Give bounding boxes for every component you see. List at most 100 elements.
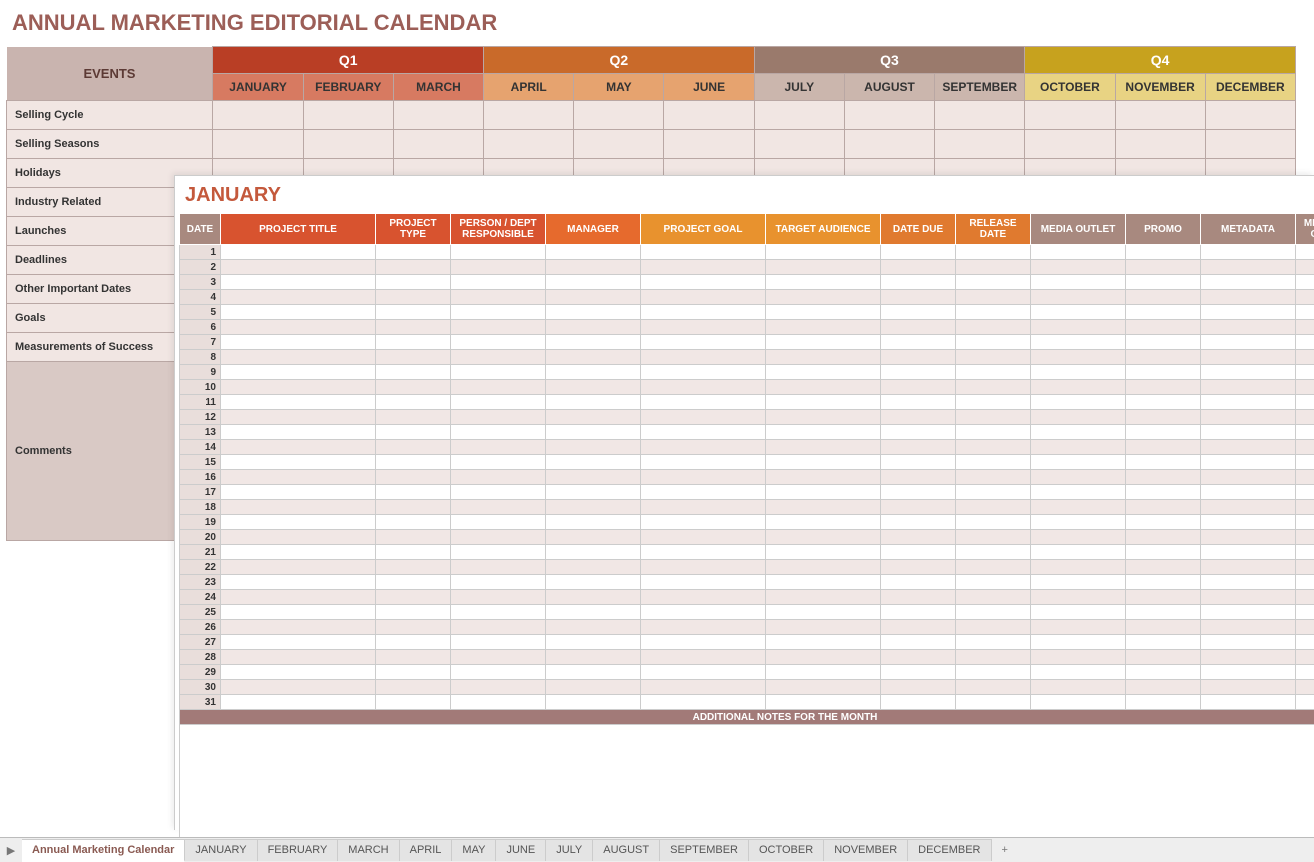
month-cell[interactable] (881, 680, 956, 695)
month-cell[interactable] (641, 665, 766, 680)
month-cell[interactable] (1031, 605, 1126, 620)
month-cell[interactable] (1126, 260, 1201, 275)
month-cell[interactable] (1031, 500, 1126, 515)
month-cell[interactable] (221, 305, 376, 320)
month-cell[interactable] (221, 650, 376, 665)
month-cell[interactable] (881, 530, 956, 545)
month-cell[interactable] (1031, 320, 1126, 335)
month-cell[interactable] (641, 245, 766, 260)
month-cell[interactable] (451, 245, 546, 260)
month-cell[interactable] (641, 575, 766, 590)
month-cell[interactable] (956, 515, 1031, 530)
month-cell[interactable] (1031, 245, 1126, 260)
month-cell[interactable] (1126, 335, 1201, 350)
month-cell[interactable] (546, 650, 641, 665)
month-cell[interactable] (1296, 635, 1314, 650)
month-cell[interactable] (546, 665, 641, 680)
month-cell[interactable] (221, 635, 376, 650)
month-cell[interactable] (376, 620, 451, 635)
month-cell[interactable] (1031, 590, 1126, 605)
month-cell[interactable] (221, 680, 376, 695)
month-cell[interactable] (221, 395, 376, 410)
month-cell[interactable] (881, 350, 956, 365)
month-cell[interactable] (376, 665, 451, 680)
sheet-tab[interactable]: MARCH (338, 839, 399, 861)
month-cell[interactable] (956, 290, 1031, 305)
month-cell[interactable] (766, 590, 881, 605)
month-cell[interactable] (221, 590, 376, 605)
month-cell[interactable] (451, 290, 546, 305)
month-cell[interactable] (451, 665, 546, 680)
month-cell[interactable] (1126, 470, 1201, 485)
month-cell[interactable] (641, 560, 766, 575)
month-cell[interactable] (1201, 635, 1296, 650)
month-cell[interactable] (766, 650, 881, 665)
month-cell[interactable] (376, 365, 451, 380)
month-cell[interactable] (766, 290, 881, 305)
month-cell[interactable] (641, 290, 766, 305)
month-cell[interactable] (956, 560, 1031, 575)
month-cell[interactable] (1126, 290, 1201, 305)
month-cell[interactable] (451, 500, 546, 515)
month-cell[interactable] (546, 275, 641, 290)
month-cell[interactable] (641, 485, 766, 500)
month-cell[interactable] (881, 620, 956, 635)
month-cell[interactable] (546, 290, 641, 305)
annual-cell[interactable] (303, 101, 393, 130)
sheet-tab[interactable]: NOVEMBER (824, 839, 908, 861)
month-cell[interactable] (451, 305, 546, 320)
month-cell[interactable] (1031, 665, 1126, 680)
month-cell[interactable] (881, 515, 956, 530)
month-cell[interactable] (766, 425, 881, 440)
month-cell[interactable] (1201, 560, 1296, 575)
month-cell[interactable] (221, 500, 376, 515)
month-cell[interactable] (641, 350, 766, 365)
month-cell[interactable] (881, 485, 956, 500)
month-cell[interactable] (1126, 275, 1201, 290)
sheet-tab[interactable]: JUNE (496, 839, 546, 861)
month-cell[interactable] (221, 575, 376, 590)
month-cell[interactable] (1201, 275, 1296, 290)
annual-cell[interactable] (664, 130, 754, 159)
month-cell[interactable] (881, 245, 956, 260)
month-cell[interactable] (376, 545, 451, 560)
month-cell[interactable] (766, 515, 881, 530)
month-cell[interactable] (221, 365, 376, 380)
month-cell[interactable] (546, 335, 641, 350)
tab-nav-prev-icon[interactable]: ▶ (0, 844, 22, 857)
month-cell[interactable] (881, 410, 956, 425)
month-cell[interactable] (1126, 620, 1201, 635)
annual-cell[interactable] (484, 101, 574, 130)
month-cell[interactable] (1296, 380, 1314, 395)
month-cell[interactable] (956, 320, 1031, 335)
month-cell[interactable] (881, 395, 956, 410)
month-cell[interactable] (376, 290, 451, 305)
sheet-tab[interactable]: JULY (546, 839, 593, 861)
month-cell[interactable] (1296, 440, 1314, 455)
month-cell[interactable] (376, 455, 451, 470)
month-cell[interactable] (1201, 620, 1296, 635)
month-cell[interactable] (376, 680, 451, 695)
month-cell[interactable] (451, 320, 546, 335)
month-cell[interactable] (766, 455, 881, 470)
month-cell[interactable] (956, 500, 1031, 515)
month-cell[interactable] (376, 575, 451, 590)
month-cell[interactable] (956, 680, 1031, 695)
month-cell[interactable] (451, 335, 546, 350)
month-cell[interactable] (546, 395, 641, 410)
month-cell[interactable] (221, 410, 376, 425)
month-cell[interactable] (451, 395, 546, 410)
month-cell[interactable] (1031, 485, 1126, 500)
month-cell[interactable] (881, 470, 956, 485)
month-cell[interactable] (451, 695, 546, 710)
month-cell[interactable] (1126, 440, 1201, 455)
month-cell[interactable] (766, 380, 881, 395)
month-cell[interactable] (546, 680, 641, 695)
annual-cell[interactable] (393, 130, 483, 159)
month-cell[interactable] (881, 275, 956, 290)
month-cell[interactable] (451, 485, 546, 500)
month-cell[interactable] (641, 680, 766, 695)
month-cell[interactable] (881, 335, 956, 350)
month-cell[interactable] (451, 650, 546, 665)
month-cell[interactable] (1201, 455, 1296, 470)
